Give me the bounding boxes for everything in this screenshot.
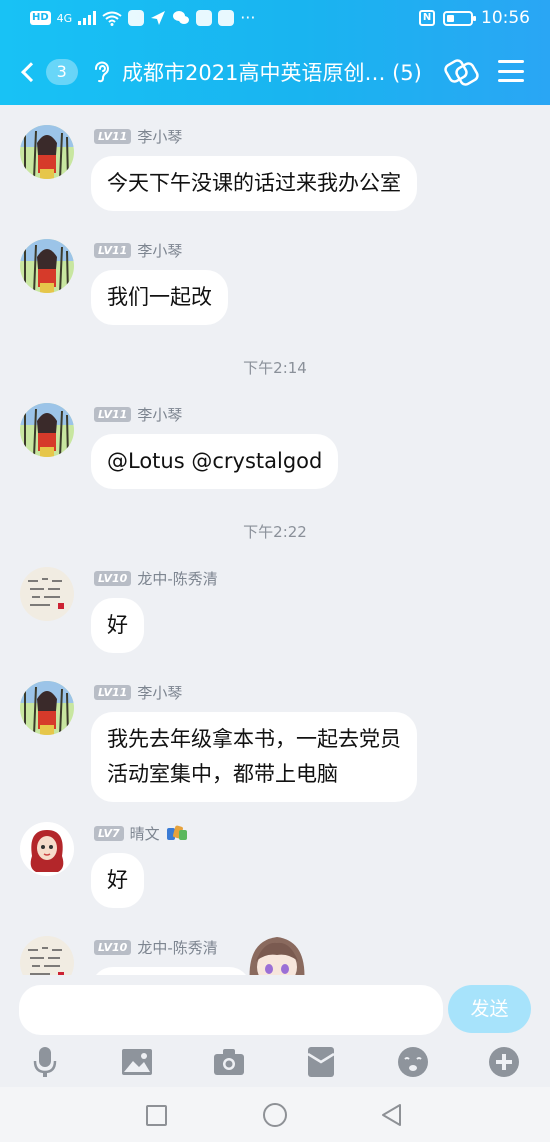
title-bar: 3 成都市2021高中英语原创… (5) — [0, 44, 550, 100]
sender-name[interactable]: 晴文 — [130, 823, 160, 844]
mascot-peek-icon[interactable] — [244, 931, 310, 975]
sender-name[interactable]: 李小琴 — [137, 404, 182, 425]
sender-name[interactable]: 龙中-陈秀清 — [137, 937, 217, 958]
sender-name[interactable]: 李小琴 — [137, 126, 182, 147]
book-app-icon — [196, 10, 213, 26]
message-text: 好 — [107, 613, 128, 637]
system-navigation-bar — [0, 1087, 550, 1142]
menu-icon[interactable] — [498, 60, 524, 82]
message-bubble[interactable]: 好 — [91, 598, 144, 653]
time-separator: 下午2:14 — [243, 359, 307, 377]
send-arrow-icon — [151, 11, 166, 25]
sender-meta: LV11 李小琴 — [94, 126, 182, 146]
level-badge: LV7 — [94, 825, 124, 841]
sender-meta: LV11 李小琴 — [94, 682, 182, 702]
medal-icon[interactable] — [166, 824, 188, 842]
girl-forest-avatar[interactable] — [20, 239, 74, 293]
level-badge: LV11 — [94, 406, 132, 422]
message-bubble[interactable]: 今天下午没课的话过来我办公室 — [91, 156, 417, 211]
message-bubble[interactable]: 我先去年级拿本书，一起去党员 活动室集中，都带上电脑 — [91, 712, 417, 802]
level-badge: LV11 — [94, 128, 132, 144]
earpiece-mode-icon[interactable] — [92, 60, 110, 84]
chat-title: 成都市2021高中英语原创… (5) — [122, 61, 422, 85]
composer: 发送 — [0, 975, 550, 1087]
girl-forest-avatar[interactable] — [20, 125, 74, 179]
back-button[interactable]: 3 — [18, 56, 78, 88]
message-text: 今天下午没课的话过来我办公室 — [107, 171, 401, 195]
red-packet-icon[interactable] — [304, 1045, 338, 1079]
message-text: 好 — [107, 868, 128, 892]
signal-indicator: 4G — [56, 11, 73, 25]
camera-icon[interactable] — [212, 1045, 246, 1079]
calligraphy-avatar[interactable] — [20, 936, 74, 975]
sender-meta: LV10 龙中-陈秀清 — [94, 568, 218, 588]
message-bubble[interactable]: 我们一起改 — [91, 270, 228, 325]
clock: 10:56 — [481, 8, 530, 28]
message-bubble[interactable]: 好 — [91, 853, 144, 908]
status-left: HD 4G ··· — [30, 9, 255, 27]
unread-badge: 3 — [45, 59, 78, 85]
heart-app-icon — [218, 10, 235, 26]
microphone-icon[interactable] — [28, 1045, 62, 1079]
sender-name[interactable]: 李小琴 — [137, 240, 182, 261]
status-bar: HD 4G ··· N 10:56 — [0, 0, 550, 36]
plus-icon[interactable] — [487, 1045, 521, 1079]
message-text: 我们一起改 — [107, 285, 212, 309]
message-text-line: 我先去年级拿本书，一起去党员 — [107, 727, 401, 751]
image-icon[interactable] — [120, 1045, 154, 1079]
nfc-icon: N — [419, 10, 435, 26]
redhair-girl-avatar[interactable] — [20, 822, 74, 876]
time-separator: 下午2:22 — [243, 523, 307, 541]
message-text: @Lotus @crystalgod — [107, 449, 323, 473]
chat-header: HD 4G ··· N 10:56 3 成都市2021高中英语原创… (5) — [0, 0, 550, 105]
music-app-icon — [128, 10, 145, 26]
wechat-icon — [173, 11, 190, 24]
level-badge: LV11 — [94, 242, 132, 258]
level-badge: LV10 — [94, 570, 132, 586]
signal-bars-icon — [78, 11, 97, 25]
composer-toolbar — [0, 1041, 550, 1085]
message-input[interactable] — [19, 985, 443, 1035]
emoji-icon[interactable] — [396, 1045, 430, 1079]
message-list[interactable]: LV11 李小琴 今天下午没课的话过来我办公室 LV11 李小琴 我们一起改 下… — [0, 105, 550, 975]
battery-icon — [443, 10, 476, 26]
more-notifications-icon: ··· — [240, 8, 256, 27]
sender-meta: LV10 龙中-陈秀清 — [94, 937, 218, 957]
girl-forest-avatar[interactable] — [20, 403, 74, 457]
back-triangle-icon[interactable] — [380, 1103, 404, 1127]
sender-name[interactable]: 龙中-陈秀清 — [137, 568, 217, 589]
chevron-left-icon — [21, 62, 41, 82]
level-badge: LV10 — [94, 939, 132, 955]
sender-name[interactable]: 李小琴 — [137, 682, 182, 703]
sender-meta: LV11 李小琴 — [94, 240, 182, 260]
hd-indicator: HD — [30, 11, 51, 25]
girl-forest-avatar[interactable] — [20, 681, 74, 735]
send-button[interactable]: 发送 — [448, 985, 531, 1033]
status-right: N 10:56 — [419, 8, 530, 28]
recent-apps-button[interactable] — [146, 1105, 167, 1126]
sender-meta: LV7 晴文 — [94, 823, 188, 843]
home-button[interactable] — [263, 1103, 287, 1127]
group-link-icon[interactable] — [444, 56, 480, 88]
message-text-line: 活动室集中，都带上电脑 — [107, 762, 338, 786]
sender-meta: LV11 李小琴 — [94, 404, 182, 424]
message-bubble[interactable] — [91, 967, 251, 975]
message-bubble[interactable]: @Lotus @crystalgod — [91, 434, 339, 489]
calligraphy-avatar[interactable] — [20, 567, 74, 621]
wifi-icon — [102, 11, 122, 26]
level-badge: LV11 — [94, 684, 132, 700]
